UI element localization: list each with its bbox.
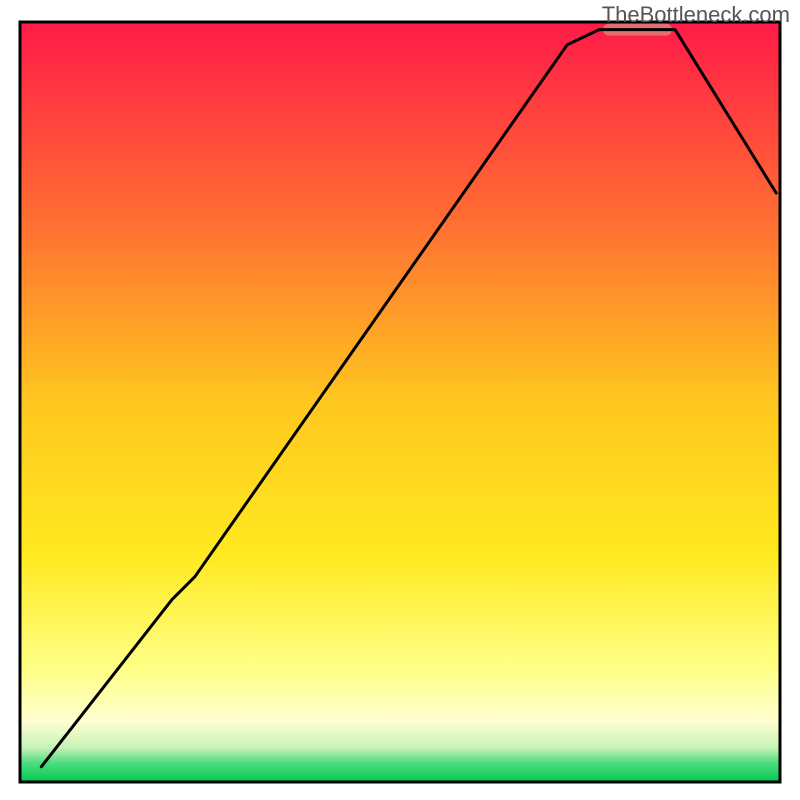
- plot-background: [20, 22, 780, 782]
- bottleneck-chart: [0, 0, 800, 800]
- watermark-text: TheBottleneck.com: [602, 2, 790, 28]
- chart-container: { "watermark": "TheBottleneck.com", "cha…: [0, 0, 800, 800]
